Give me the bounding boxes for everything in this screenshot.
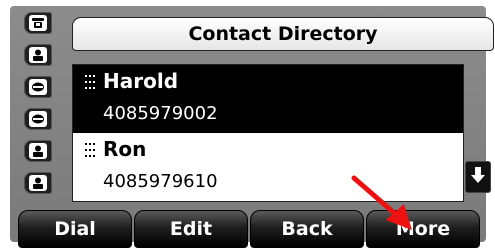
line-key-6[interactable]: [24, 172, 52, 194]
contact-number: 4085979610: [103, 171, 218, 192]
edit-label: Edit: [169, 218, 213, 240]
title-bar: Contact Directory: [72, 17, 494, 51]
line-key-1[interactable]: [24, 12, 52, 34]
arrow-down-icon: [471, 166, 485, 188]
line-key-2[interactable]: [24, 44, 52, 66]
contact-person-icon: [29, 175, 47, 191]
drag-handle-icon: [85, 143, 97, 159]
dial-label: Dial: [54, 218, 96, 240]
back-label: Back: [281, 218, 333, 240]
speed-dial-icon: [29, 79, 47, 95]
speed-dial-icon: [29, 111, 47, 127]
phone-handset-icon: [29, 15, 47, 31]
drag-handle-icon: [85, 75, 97, 91]
list-item[interactable]: Harold 4085979002: [73, 65, 463, 133]
line-key-5[interactable]: [24, 140, 52, 162]
contact-name: Harold: [103, 69, 179, 93]
edit-softkey[interactable]: Edit: [134, 210, 248, 248]
back-softkey[interactable]: Back: [250, 210, 364, 248]
red-arrow-icon: [351, 175, 412, 230]
contact-name: Ron: [103, 137, 147, 161]
phone-screen: Contact Directory Harold 4085979002 Ron …: [10, 6, 494, 248]
contact-person-icon: [29, 47, 47, 63]
scroll-down-button[interactable]: [465, 161, 491, 193]
line-key-4[interactable]: [24, 108, 52, 130]
dial-softkey[interactable]: Dial: [18, 210, 132, 248]
contact-person-icon: [29, 143, 47, 159]
page-title: Contact Directory: [188, 23, 378, 45]
line-key-3[interactable]: [24, 76, 52, 98]
contact-number: 4085979002: [103, 103, 218, 124]
